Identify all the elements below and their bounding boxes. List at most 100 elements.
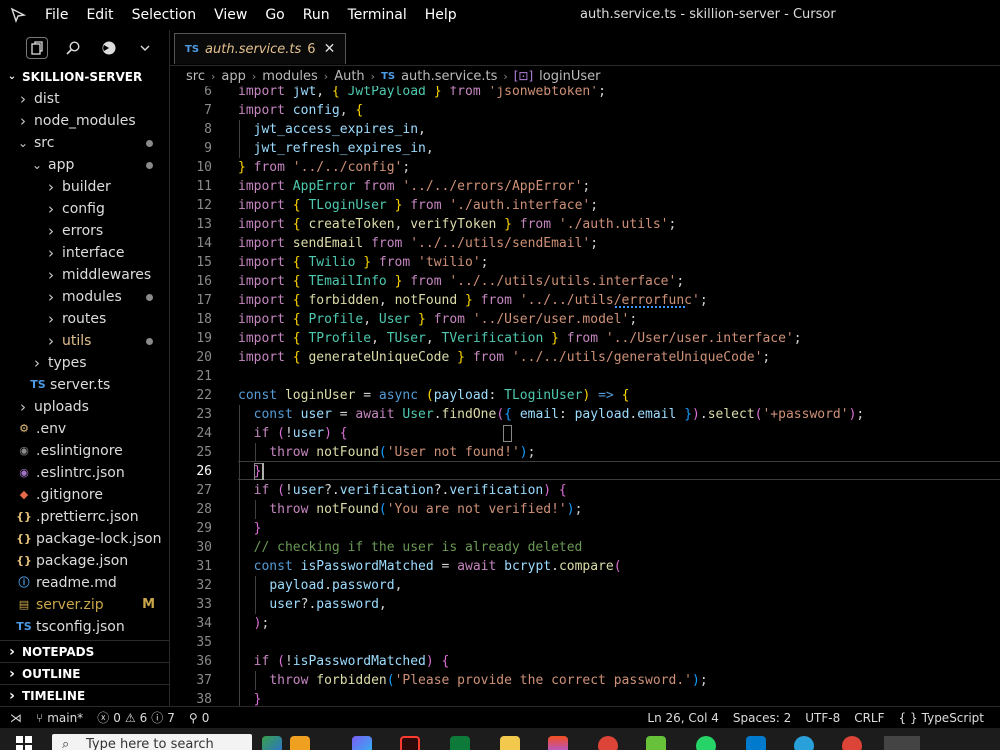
- app-icon[interactable]: [646, 736, 666, 750]
- branch-indicator[interactable]: ⑂ main*: [36, 711, 83, 725]
- folder-node-modules[interactable]: › node_modules: [0, 110, 169, 132]
- panel-notepads[interactable]: › NOTEPADS: [0, 640, 169, 662]
- menu-file[interactable]: File: [36, 0, 77, 30]
- code-line[interactable]: 26 }: [170, 462, 1000, 481]
- figma-icon[interactable]: [548, 736, 568, 750]
- code-line[interactable]: 12 import { TLoginUser } from './auth.int…: [170, 196, 1000, 215]
- code-line[interactable]: 11 import AppError from '../../errors/App…: [170, 177, 1000, 196]
- telegram-icon[interactable]: [794, 736, 814, 750]
- code-line[interactable]: 15 import { Twilio } from 'twilio';: [170, 253, 1000, 272]
- menu-run[interactable]: Run: [294, 0, 339, 30]
- file-explorer-icon[interactable]: [500, 736, 520, 750]
- menu-edit[interactable]: Edit: [77, 0, 122, 30]
- file-package-json[interactable]: {} package.json: [0, 550, 169, 572]
- code-line[interactable]: 20 import { generateUniqueCode } from '..…: [170, 348, 1000, 367]
- folder-utils[interactable]: › utils: [0, 330, 169, 352]
- file-tsconfig-json[interactable]: TS tsconfig.json: [0, 616, 169, 638]
- code-line[interactable]: 31 const isPasswordMatched = await bcryp…: [170, 557, 1000, 576]
- folder-dist[interactable]: › dist: [0, 88, 169, 110]
- menu-terminal[interactable]: Terminal: [339, 0, 416, 30]
- panel-timeline[interactable]: › TIMELINE: [0, 684, 169, 706]
- remote-icon[interactable]: ⋊: [10, 711, 22, 725]
- folder-config[interactable]: › config: [0, 198, 169, 220]
- code-line[interactable]: 35: [170, 633, 1000, 652]
- whatsapp-icon[interactable]: [696, 736, 716, 750]
- close-icon[interactable]: ✕: [324, 41, 336, 57]
- file-prettierrc-json[interactable]: {} .prettierrc.json: [0, 506, 169, 528]
- code-line[interactable]: 9 jwt_refresh_expires_in,: [170, 139, 1000, 158]
- indentation[interactable]: Spaces: 2: [733, 711, 791, 725]
- file-server-ts[interactable]: TS server.ts: [0, 374, 169, 396]
- menu-help[interactable]: Help: [416, 0, 466, 30]
- code-line[interactable]: 19 import { TProfile, TUser, TVerificatio…: [170, 329, 1000, 348]
- code-line[interactable]: 18 import { Profile, User } from '../User…: [170, 310, 1000, 329]
- code-line[interactable]: 38 }: [170, 690, 1000, 706]
- breadcrumb-modules[interactable]: modules: [262, 69, 318, 84]
- breadcrumb-app[interactable]: app: [221, 69, 245, 84]
- code-editor[interactable]: 6 import jwt, { JwtPayload } from 'jsonwe…: [170, 86, 1000, 706]
- folder-modules[interactable]: › modules: [0, 286, 169, 308]
- mongodb-compass-icon[interactable]: [450, 736, 470, 750]
- code-line[interactable]: 24 if (!user) {: [170, 424, 1000, 443]
- breadcrumb-file[interactable]: auth.service.ts: [401, 69, 497, 84]
- widgets-icon[interactable]: [262, 736, 282, 750]
- copilot-icon[interactable]: [352, 736, 372, 750]
- file-env[interactable]: ⚙ .env: [0, 418, 169, 440]
- windows-start-icon[interactable]: [16, 736, 32, 750]
- chevron-down-icon[interactable]: [134, 37, 156, 59]
- code-line[interactable]: 37 throw forbidden('Please provide the c…: [170, 671, 1000, 690]
- folder-types[interactable]: › types: [0, 352, 169, 374]
- menu-view[interactable]: View: [205, 0, 256, 30]
- file-package-lock-json[interactable]: {} package-lock.json: [0, 528, 169, 550]
- explorer-root-folder[interactable]: ⌄ SKILLION-SERVER: [0, 66, 169, 88]
- weather-icon[interactable]: [290, 736, 310, 750]
- code-line[interactable]: 7 import config, {: [170, 101, 1000, 120]
- code-line[interactable]: 17 import { forbidden, notFound } from '.…: [170, 291, 1000, 310]
- illustrator-icon[interactable]: [400, 736, 420, 750]
- code-line[interactable]: 21: [170, 367, 1000, 386]
- chrome-icon[interactable]: [598, 736, 618, 750]
- tab-auth-service[interactable]: TS auth.service.ts 6 ✕: [174, 33, 347, 64]
- taskbar-search-input[interactable]: ⌕ Type here to search: [52, 734, 252, 750]
- code-line[interactable]: 28 throw notFound('You are not verified!…: [170, 500, 1000, 519]
- folder-builder[interactable]: › builder: [0, 176, 169, 198]
- code-line[interactable]: 13 import { createToken, verifyToken } fr…: [170, 215, 1000, 234]
- code-line[interactable]: 8 jwt_access_expires_in,: [170, 120, 1000, 139]
- folder-interface[interactable]: › interface: [0, 242, 169, 264]
- cursor-position[interactable]: Ln 26, Col 4: [647, 711, 719, 725]
- code-line[interactable]: 10} from '../../config';: [170, 158, 1000, 177]
- ports-indicator[interactable]: ⚲ 0: [189, 711, 209, 725]
- vscode-icon[interactable]: [746, 736, 766, 750]
- menu-go[interactable]: Go: [256, 0, 293, 30]
- folder-src[interactable]: ⌄ src: [0, 132, 169, 154]
- code-line[interactable]: 22 const loginUser = async (payload: TLog…: [170, 386, 1000, 405]
- folder-routes[interactable]: › routes: [0, 308, 169, 330]
- encoding[interactable]: UTF-8: [805, 711, 840, 725]
- folder-uploads[interactable]: › uploads: [0, 396, 169, 418]
- line-ending[interactable]: CRLF: [854, 711, 884, 725]
- code-line[interactable]: 34 );: [170, 614, 1000, 633]
- file-server-zip[interactable]: ▤ server.zip M: [0, 594, 169, 616]
- explorer-icon[interactable]: [26, 37, 48, 59]
- problems-indicator[interactable]: ⓧ 0 ⚠ 6 ⓘ 7: [97, 709, 175, 726]
- code-line[interactable]: 23 const user = await User.findOne({ ema…: [170, 405, 1000, 424]
- breadcrumb-auth[interactable]: Auth: [334, 69, 364, 84]
- file-eslintignore[interactable]: ◉ .eslintignore: [0, 440, 169, 462]
- panel-outline[interactable]: › OUTLINE: [0, 662, 169, 684]
- file-gitignore[interactable]: ◆ .gitignore: [0, 484, 169, 506]
- code-line[interactable]: 27 if (!user?.verification?.verification…: [170, 481, 1000, 500]
- search-icon[interactable]: [62, 37, 84, 59]
- menu-selection[interactable]: Selection: [123, 0, 206, 30]
- file-readme-md[interactable]: ⓘ readme.md: [0, 572, 169, 594]
- code-line[interactable]: 30 // checking if the user is already de…: [170, 538, 1000, 557]
- code-line[interactable]: 33 user?.password,: [170, 595, 1000, 614]
- folder-app[interactable]: ⌄ app: [0, 154, 169, 176]
- code-line[interactable]: 16 import { TEmailInfo } from '../../util…: [170, 272, 1000, 291]
- code-line[interactable]: 6 import jwt, { JwtPayload } from 'jsonwe…: [170, 86, 1000, 101]
- folder-middlewares[interactable]: › middlewares: [0, 264, 169, 286]
- code-line[interactable]: 14 import sendEmail from '../../utils/sen…: [170, 234, 1000, 253]
- cursor-app-icon[interactable]: [884, 736, 920, 750]
- code-line[interactable]: 32 payload.password,: [170, 576, 1000, 595]
- chrome-profile-icon[interactable]: [842, 736, 862, 750]
- folder-errors[interactable]: › errors: [0, 220, 169, 242]
